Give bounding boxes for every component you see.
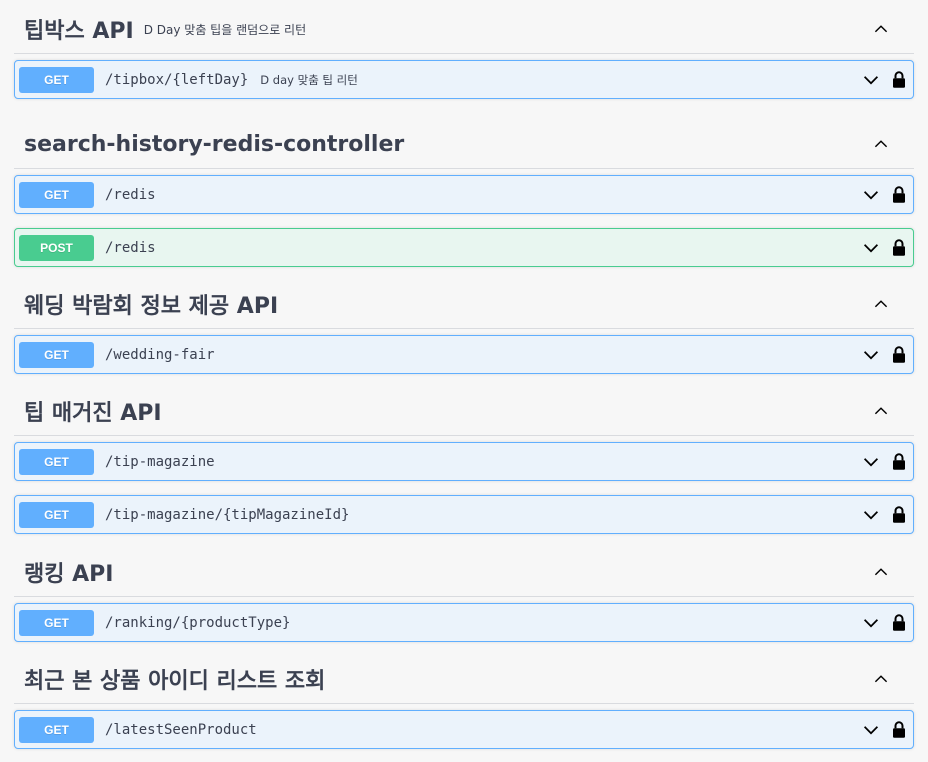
tag-header[interactable]: 팁박스 API D Day 맞춤 팁을 랜덤으로 리턴 (14, 5, 914, 54)
operation-path: /ranking/{productType} (105, 614, 291, 631)
method-badge: POST (19, 234, 94, 261)
method-badge: GET (19, 341, 94, 368)
tag-header[interactable]: 웨딩 박람회 정보 제공 API (14, 280, 914, 329)
operation-path: /tip-magazine (105, 453, 215, 470)
lock-icon[interactable] (892, 613, 906, 631)
lock-icon[interactable] (892, 452, 906, 470)
operation-get-redis[interactable]: GET /redis (14, 175, 914, 214)
method-badge: GET (19, 501, 94, 528)
operation-path: /tip-magazine/{tipMagazineId} (105, 506, 350, 523)
tag-section-tip-magazine: 팁 매거진 API GET /tip-magazine GET /tip-mag… (14, 387, 914, 534)
tag-section-ranking: 랭킹 API GET /ranking/{productType} (14, 548, 914, 642)
lock-icon[interactable] (892, 720, 906, 738)
chevron-down-icon[interactable] (863, 349, 879, 361)
chevron-up-icon[interactable] (872, 22, 890, 36)
operation-summary: D day 맞춤 팁 리턴 (260, 72, 358, 87)
tag-title: 팁박스 API (24, 19, 134, 44)
chevron-down-icon[interactable] (863, 724, 879, 736)
tag-title: search-history-redis-controller (24, 131, 405, 157)
operation-path: /wedding-fair (105, 346, 215, 363)
tag-title: 웨딩 박람회 정보 제공 API (24, 294, 279, 319)
chevron-up-icon[interactable] (872, 672, 890, 686)
tag-section-tipbox: 팁박스 API D Day 맞춤 팁을 랜덤으로 리턴 GET /tipbox/… (14, 5, 914, 99)
lock-icon[interactable] (892, 345, 906, 363)
tag-header[interactable]: search-history-redis-controller (14, 120, 914, 169)
operation-get-tip-magazine-by-id[interactable]: GET /tip-magazine/{tipMagazineId} (14, 495, 914, 534)
operation-path: /redis (105, 186, 156, 203)
chevron-down-icon[interactable] (863, 456, 879, 468)
tag-title: 팁 매거진 API (24, 401, 162, 426)
operation-get-tipbox[interactable]: GET /tipbox/{leftDay} D day 맞춤 팁 리턴 (14, 60, 914, 99)
tag-title: 최근 본 상품 아이디 리스트 조회 (24, 669, 326, 694)
chevron-up-icon[interactable] (872, 297, 890, 311)
method-badge: GET (19, 181, 94, 208)
lock-icon[interactable] (892, 505, 906, 523)
chevron-down-icon[interactable] (863, 242, 879, 254)
tag-header[interactable]: 랭킹 API (14, 548, 914, 597)
chevron-down-icon[interactable] (863, 189, 879, 201)
lock-icon[interactable] (892, 238, 906, 256)
tag-description: D Day 맞춤 팁을 랜덤으로 리턴 (143, 22, 307, 37)
operation-get-tip-magazine[interactable]: GET /tip-magazine (14, 442, 914, 481)
operation-get-wedding-fair[interactable]: GET /wedding-fair (14, 335, 914, 374)
chevron-up-icon[interactable] (872, 565, 890, 579)
chevron-up-icon[interactable] (872, 404, 890, 418)
tag-header[interactable]: 팁 매거진 API (14, 387, 914, 436)
method-badge: GET (19, 66, 94, 93)
tag-section-latest-seen: 최근 본 상품 아이디 리스트 조회 GET /latestSeenProduc… (14, 655, 914, 749)
tag-header[interactable]: 최근 본 상품 아이디 리스트 조회 (14, 655, 914, 704)
operation-post-redis[interactable]: POST /redis (14, 228, 914, 267)
operation-path: /redis (105, 239, 156, 256)
operation-get-ranking[interactable]: GET /ranking/{productType} (14, 603, 914, 642)
tag-title: 랭킹 API (24, 562, 114, 587)
tag-section-search-history: search-history-redis-controller GET /red… (14, 120, 914, 267)
lock-icon[interactable] (892, 70, 906, 88)
operation-get-latest-seen-product[interactable]: GET /latestSeenProduct (14, 710, 914, 749)
method-badge: GET (19, 448, 94, 475)
operation-path: /tipbox/{leftDay} (105, 71, 249, 88)
method-badge: GET (19, 609, 94, 636)
chevron-down-icon[interactable] (863, 74, 879, 86)
tag-section-wedding-fair: 웨딩 박람회 정보 제공 API GET /wedding-fair (14, 280, 914, 374)
chevron-up-icon[interactable] (872, 137, 890, 151)
lock-icon[interactable] (892, 185, 906, 203)
method-badge: GET (19, 716, 94, 743)
chevron-down-icon[interactable] (863, 617, 879, 629)
chevron-down-icon[interactable] (863, 509, 879, 521)
operation-path: /latestSeenProduct (105, 721, 257, 738)
